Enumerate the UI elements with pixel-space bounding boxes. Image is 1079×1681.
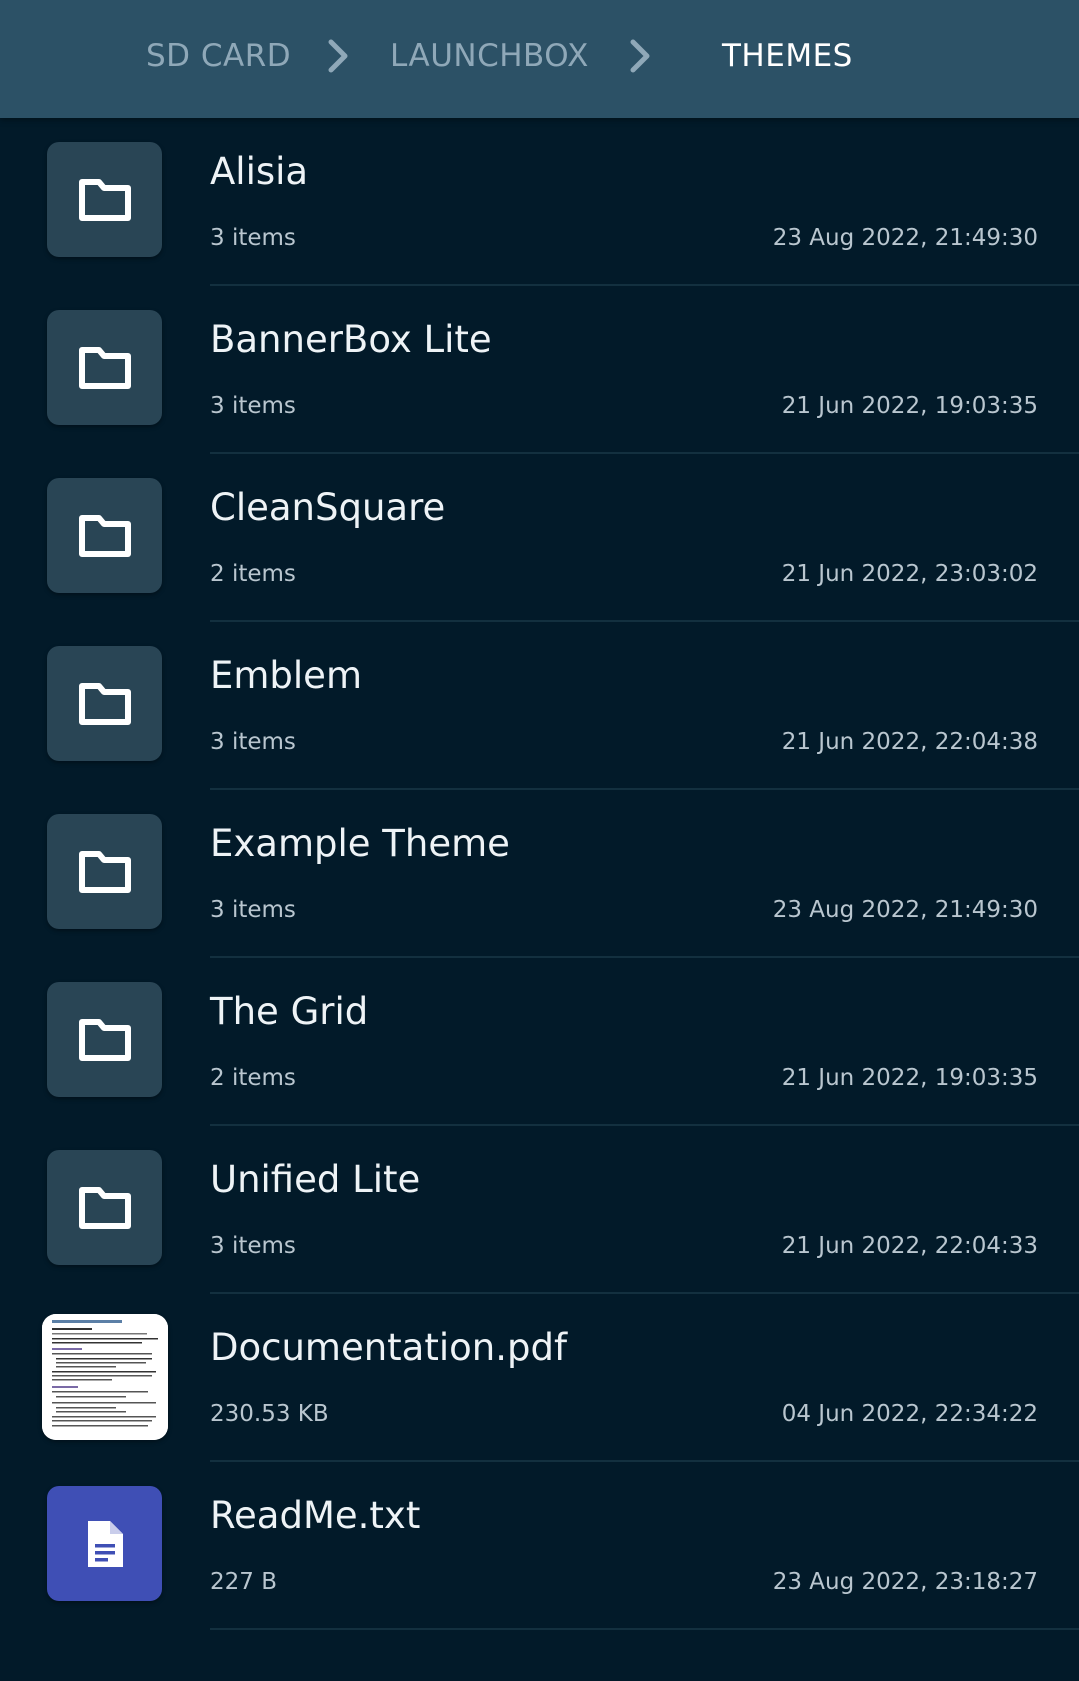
folder-icon bbox=[47, 310, 162, 425]
item-name: CleanSquare bbox=[210, 486, 446, 529]
item-count: 3 items bbox=[210, 897, 296, 923]
item-date: 23 Aug 2022, 21:49:30 bbox=[772, 225, 1038, 251]
list-item-file[interactable]: Documentation.pdf 230.53 KB 04 Jun 2022,… bbox=[0, 1294, 1079, 1462]
item-count: 2 items bbox=[210, 561, 296, 587]
list-item-folder[interactable]: Alisia 3 items 23 Aug 2022, 21:49:30 bbox=[0, 118, 1079, 286]
list-item-folder[interactable]: Unified Lite 3 items 21 Jun 2022, 22:04:… bbox=[0, 1126, 1079, 1294]
item-name: Alisia bbox=[210, 150, 309, 193]
breadcrumb-sd-card[interactable]: SD CARD bbox=[146, 0, 291, 112]
document-icon bbox=[47, 1486, 162, 1601]
list-item-folder[interactable]: BannerBox Lite 3 items 21 Jun 2022, 19:0… bbox=[0, 286, 1079, 454]
item-count: 3 items bbox=[210, 1233, 296, 1259]
list-item-folder[interactable]: Example Theme 3 items 23 Aug 2022, 21:49… bbox=[0, 790, 1079, 958]
item-date: 21 Jun 2022, 19:03:35 bbox=[781, 1065, 1038, 1091]
list-item-folder[interactable]: The Grid 2 items 21 Jun 2022, 19:03:35 bbox=[0, 958, 1079, 1126]
breadcrumb-launchbox[interactable]: LAUNCHBOX bbox=[390, 0, 589, 112]
item-name: ReadMe.txt bbox=[210, 1494, 421, 1537]
list-item-file[interactable]: ReadMe.txt 227 B 23 Aug 2022, 23:18:27 bbox=[0, 1462, 1079, 1630]
item-count: 2 items bbox=[210, 1065, 296, 1091]
item-date: 21 Jun 2022, 23:03:02 bbox=[781, 561, 1038, 587]
folder-icon bbox=[47, 646, 162, 761]
item-name: Emblem bbox=[210, 654, 362, 697]
folder-icon bbox=[47, 814, 162, 929]
breadcrumb-themes[interactable]: THEMES bbox=[722, 0, 853, 112]
pdf-thumbnail bbox=[42, 1314, 168, 1440]
folder-icon bbox=[47, 478, 162, 593]
folder-icon bbox=[47, 1150, 162, 1265]
file-list: Alisia 3 items 23 Aug 2022, 21:49:30 Ban… bbox=[0, 118, 1079, 1630]
item-name: Example Theme bbox=[210, 822, 510, 865]
item-count: 3 items bbox=[210, 225, 296, 251]
item-size: 230.53 KB bbox=[210, 1401, 329, 1427]
item-name: Documentation.pdf bbox=[210, 1326, 567, 1369]
item-name: Unified Lite bbox=[210, 1158, 421, 1201]
item-size: 227 B bbox=[210, 1569, 277, 1595]
list-item-folder[interactable]: Emblem 3 items 21 Jun 2022, 22:04:38 bbox=[0, 622, 1079, 790]
chevron-right-icon bbox=[630, 39, 650, 73]
item-name: The Grid bbox=[210, 990, 369, 1033]
chevron-right-icon bbox=[328, 39, 348, 73]
folder-icon bbox=[47, 982, 162, 1097]
item-date: 21 Jun 2022, 22:04:38 bbox=[781, 729, 1038, 755]
item-count: 3 items bbox=[210, 393, 296, 419]
item-date: 23 Aug 2022, 21:49:30 bbox=[772, 897, 1038, 923]
list-item-folder[interactable]: CleanSquare 2 items 21 Jun 2022, 23:03:0… bbox=[0, 454, 1079, 622]
item-date: 23 Aug 2022, 23:18:27 bbox=[772, 1569, 1038, 1595]
item-count: 3 items bbox=[210, 729, 296, 755]
item-date: 21 Jun 2022, 22:04:33 bbox=[781, 1233, 1038, 1259]
item-date: 21 Jun 2022, 19:03:35 bbox=[781, 393, 1038, 419]
item-name: BannerBox Lite bbox=[210, 318, 492, 361]
breadcrumb: SD CARD LAUNCHBOX THEMES bbox=[0, 0, 1079, 118]
item-date: 04 Jun 2022, 22:34:22 bbox=[781, 1401, 1038, 1427]
folder-icon bbox=[47, 142, 162, 257]
divider bbox=[210, 1628, 1079, 1630]
